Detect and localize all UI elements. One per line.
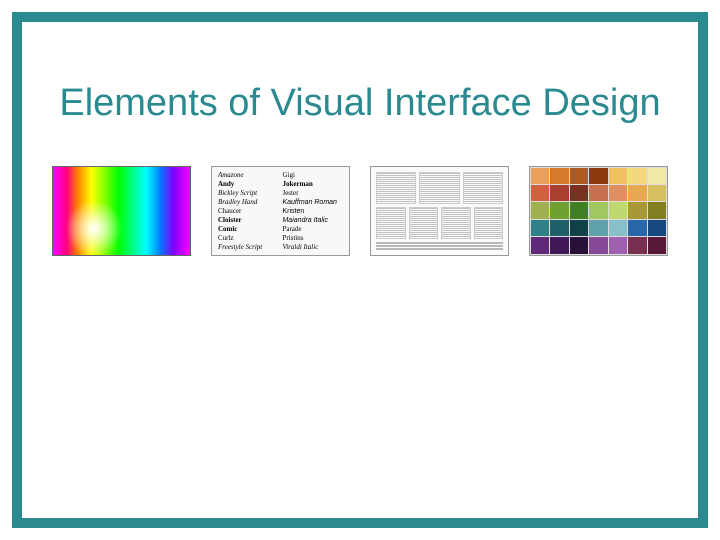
doc-column xyxy=(376,172,416,204)
font-sample: Curlz xyxy=(218,234,279,243)
font-sample: Viraldi Italic xyxy=(282,243,343,252)
color-tile xyxy=(609,202,627,218)
color-tile xyxy=(609,220,627,236)
color-tile xyxy=(628,220,646,236)
color-tile xyxy=(531,185,549,201)
color-tile xyxy=(628,168,646,184)
font-sample: Freestyle Script xyxy=(218,243,279,252)
font-sample: Gigi xyxy=(282,171,343,180)
font-sample: Amazone xyxy=(218,171,279,180)
color-tile xyxy=(550,220,568,236)
font-sample: Cloister xyxy=(218,216,279,225)
font-sample: Chaucer xyxy=(218,207,279,216)
color-tile xyxy=(628,237,646,253)
font-sample: Kristen xyxy=(282,207,343,216)
color-tile xyxy=(570,220,588,236)
doc-row xyxy=(376,207,503,239)
color-tile xyxy=(570,168,588,184)
font-sample: Pristins xyxy=(282,234,343,243)
color-tile xyxy=(570,185,588,201)
color-tile xyxy=(531,168,549,184)
color-tile xyxy=(531,237,549,253)
doc-column xyxy=(376,207,406,239)
doc-column xyxy=(441,207,471,239)
font-sample: Jokerman xyxy=(282,180,343,189)
thumbnail-row: Amazone Gigi Andy Jokerman Bickley Scrip… xyxy=(22,166,698,256)
slide-title: Elements of Visual Interface Design xyxy=(22,82,698,126)
color-tile xyxy=(648,202,666,218)
font-sample: Bickley Script xyxy=(218,189,279,198)
color-tile xyxy=(550,237,568,253)
font-sample: Jester xyxy=(282,189,343,198)
color-tile xyxy=(648,220,666,236)
doc-caption xyxy=(376,242,503,250)
color-tile xyxy=(648,185,666,201)
color-tile xyxy=(609,237,627,253)
thumbnail-layout xyxy=(370,166,509,256)
color-tile xyxy=(570,202,588,218)
font-sample: Kauffman Roman xyxy=(282,198,343,207)
color-tile xyxy=(531,202,549,218)
color-tile xyxy=(589,202,607,218)
thumbnail-color-gradient xyxy=(52,166,191,256)
color-tile xyxy=(609,168,627,184)
font-sample: Bradley Hand xyxy=(218,198,279,207)
color-tile xyxy=(531,220,549,236)
color-tile xyxy=(589,168,607,184)
color-tile xyxy=(550,168,568,184)
color-tile xyxy=(648,168,666,184)
font-sample: Maiandra Italic xyxy=(282,216,343,225)
color-tile xyxy=(589,220,607,236)
font-sample: Comic xyxy=(218,225,279,234)
font-sample: Andy xyxy=(218,180,279,189)
doc-column xyxy=(463,172,503,204)
doc-column xyxy=(419,172,459,204)
color-tile xyxy=(648,237,666,253)
color-tile xyxy=(589,185,607,201)
thumbnail-fonts: Amazone Gigi Andy Jokerman Bickley Scrip… xyxy=(211,166,350,256)
thumbnail-tiles xyxy=(529,166,668,256)
doc-column xyxy=(409,207,439,239)
color-tile xyxy=(628,202,646,218)
doc-row xyxy=(376,172,503,204)
color-tile xyxy=(570,237,588,253)
font-sample: Parade xyxy=(282,225,343,234)
slide-frame: Elements of Visual Interface Design Amaz… xyxy=(12,12,708,528)
color-tile xyxy=(589,237,607,253)
doc-column xyxy=(474,207,504,239)
color-tile xyxy=(550,185,568,201)
color-tile xyxy=(550,202,568,218)
color-tile xyxy=(609,185,627,201)
color-tile xyxy=(628,185,646,201)
